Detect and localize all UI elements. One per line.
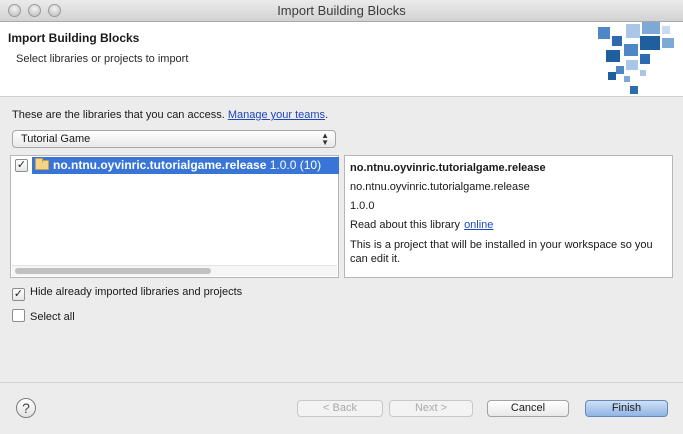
wizard-banner: Import Building Blocks Select libraries … [0,22,683,97]
detail-description: This is a project that will be installed… [350,239,653,265]
banner-subtitle: Select libraries or projects to import [16,53,189,65]
import-dialog-window: Import Building Blocks Import Building B… [0,0,683,434]
back-button[interactable]: < Back [297,400,383,417]
library-detail-panel: no.ntnu.oyvinric.tutorialgame.release no… [344,155,673,278]
cancel-button[interactable]: Cancel [487,400,569,417]
access-message: These are the libraries that you can acc… [12,109,328,121]
library-name: no.ntnu.oyvinric.tutorialgame.release [53,158,267,172]
manage-teams-link[interactable]: Manage your teams [228,109,325,121]
next-button[interactable]: Next > [389,400,473,417]
detail-version: 1.0.0 [350,200,375,212]
banner-title: Import Building Blocks [8,31,140,45]
scrollbar-thumb[interactable] [15,268,211,274]
title-bar[interactable]: Import Building Blocks [0,0,683,22]
footer-divider [0,382,683,383]
folder-icon [35,158,49,170]
hide-imported-label: Hide already imported libraries and proj… [30,286,243,298]
detail-title: no.ntnu.oyvinric.tutorialgame.release [350,162,546,174]
tree-row[interactable]: ✓ no.ntnu.oyvinric.tutorialgame.release … [13,157,340,174]
library-checkbox[interactable]: ✓ [15,159,28,172]
select-arrows-icon: ▲ ▼ [321,131,329,147]
tree-horizontal-scrollbar[interactable] [12,265,337,276]
team-filter-value: Tutorial Game [21,133,91,145]
finish-button[interactable]: Finish [585,400,668,417]
help-icon[interactable]: ? [16,398,36,418]
online-link[interactable]: online [464,219,493,231]
hide-imported-option[interactable]: ✓ Hide already imported libraries and pro… [12,286,242,301]
select-all-label: Select all [30,311,75,323]
access-text: These are the libraries that you can acc… [12,109,225,121]
detail-read-about: Read about this library online [350,219,672,231]
library-version: 1.0.0 (10) [269,158,322,172]
checkmark-icon: ✓ [13,288,24,300]
library-tree-item[interactable]: no.ntnu.oyvinric.tutorialgame.release 1.… [32,157,339,174]
team-filter-select[interactable]: Tutorial Game ▲ ▼ [12,130,336,148]
wizard-decoration-graphic [598,22,674,94]
hide-imported-checkbox[interactable]: ✓ [12,288,25,301]
window-title: Import Building Blocks [277,3,406,18]
select-all-checkbox[interactable] [12,309,25,322]
select-all-option[interactable]: Select all [12,309,75,323]
access-suffix: . [325,109,329,121]
read-about-text: Read about this library [350,219,461,231]
checkmark-icon: ✓ [16,159,27,171]
detail-name: no.ntnu.oyvinric.tutorialgame.release [350,181,530,193]
library-tree[interactable]: ✓ no.ntnu.oyvinric.tutorialgame.release … [10,155,339,278]
